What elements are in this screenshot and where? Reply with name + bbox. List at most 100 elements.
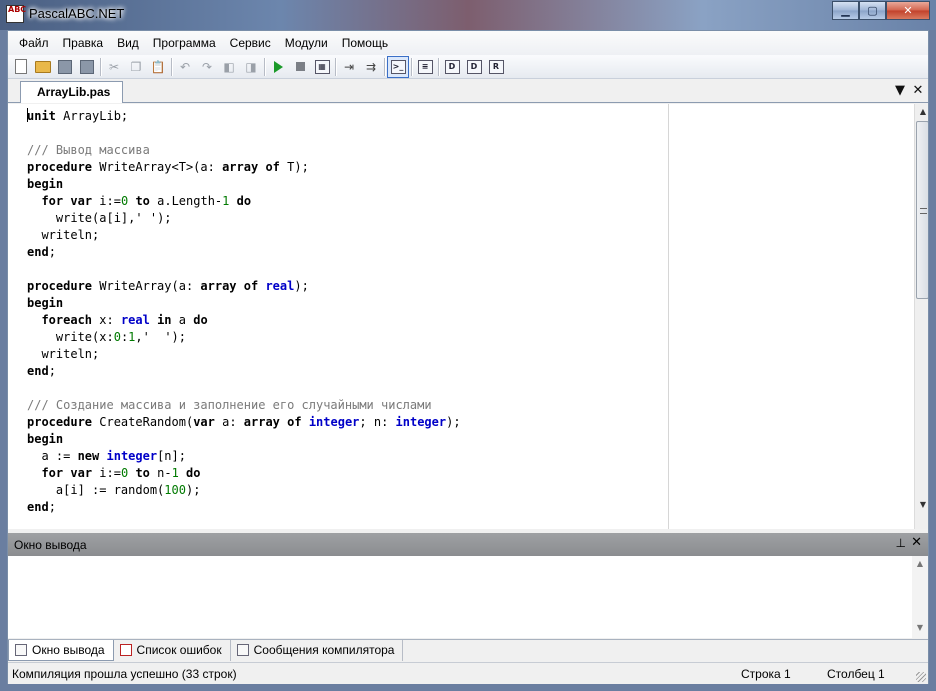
db-d-icon[interactable]: D (463, 56, 485, 78)
undo-icon[interactable]: ↶ (174, 56, 196, 78)
menu-program[interactable]: Программа (146, 33, 223, 53)
code-line[interactable]: procedure CreateRandom(var a: array of i… (27, 414, 461, 431)
code-line[interactable] (27, 125, 461, 142)
toolbar: ✂ ❐ 📋 ↶ ↷ ◧ ◨ ▦ ⇥ ⇉ >_ ≡ D D R (8, 55, 928, 79)
code-line[interactable]: end; (27, 363, 461, 380)
code-line[interactable] (27, 261, 461, 278)
code-line[interactable]: /// Создание массива и заполнение его сл… (27, 397, 461, 414)
editor-vertical-scrollbar[interactable]: ▲ ▼ (914, 104, 928, 529)
main-window: Файл Правка Вид Программа Сервис Модули … (7, 30, 929, 684)
toolbar-separator (335, 57, 336, 76)
document-tab-strip: ArrayLib.pas ▼ ✕ (8, 80, 928, 103)
menu-modules[interactable]: Модули (278, 33, 335, 53)
db-d-icon[interactable]: D (441, 56, 463, 78)
scroll-up-icon[interactable]: ▲ (915, 104, 928, 120)
status-column: Столбец 1 (827, 667, 885, 681)
code-line[interactable]: /// Вывод массива (27, 142, 461, 159)
output-vertical-scrollbar[interactable]: ▲ ▼ (912, 556, 928, 638)
status-row: Строка 1 (741, 667, 791, 681)
close-tab-icon[interactable]: ✕ (910, 83, 926, 98)
right-margin-guide (668, 104, 669, 529)
nav-back-icon[interactable]: ◧ (218, 56, 240, 78)
code-line[interactable] (27, 380, 461, 397)
window-controls: ▁ ▢ ✕ (832, 1, 930, 20)
close-output-icon[interactable]: ✕ (911, 535, 922, 550)
debug-step-over-icon[interactable]: ⇉ (360, 56, 382, 78)
cut-icon[interactable]: ✂ (103, 56, 125, 78)
nav-forward-icon[interactable]: ◨ (240, 56, 262, 78)
output-panel-header: Окно вывода ⊥ ✕ (8, 533, 928, 556)
menu-edit[interactable]: Правка (56, 33, 111, 53)
error-list-icon (119, 644, 132, 656)
maximize-button[interactable]: ▢ (859, 1, 886, 20)
toolbar-separator (384, 57, 385, 76)
minimize-button[interactable]: ▁ (832, 1, 859, 20)
debug-step-icon[interactable]: ⇥ (338, 56, 360, 78)
paste-icon[interactable]: 📋 (147, 56, 169, 78)
code-line[interactable]: for var i:=0 to n-1 do (27, 465, 461, 482)
code-line[interactable]: end; (27, 499, 461, 516)
code-line[interactable]: writeln; (27, 227, 461, 244)
code-line[interactable]: procedure WriteArray(a: array of real); (27, 278, 461, 295)
tab-error-list[interactable]: Список ошибок (114, 640, 231, 661)
stop-icon[interactable] (289, 56, 311, 78)
tab-list-dropdown-icon[interactable]: ▼ (892, 83, 908, 98)
bottom-tab-strip: Окно вывода Список ошибок Сообщения комп… (8, 639, 928, 661)
tab-label: Список ошибок (136, 643, 222, 657)
menu-view[interactable]: Вид (110, 33, 146, 53)
save-all-icon[interactable] (76, 56, 98, 78)
resize-grip-icon[interactable] (916, 672, 926, 682)
scroll-up-icon[interactable]: ▲ (912, 556, 928, 572)
code-line[interactable]: begin (27, 176, 461, 193)
tab-arraylib[interactable]: ArrayLib.pas (20, 81, 124, 103)
menu-file[interactable]: Файл (12, 33, 56, 53)
code-line[interactable]: write(x:0:1,' '); (27, 329, 461, 346)
scroll-down-icon[interactable]: ▼ (912, 620, 928, 636)
save-icon[interactable] (54, 56, 76, 78)
menu-service[interactable]: Сервис (223, 33, 278, 53)
tab-compiler-messages[interactable]: Сообщения компилятора (231, 640, 404, 661)
code-editor[interactable]: unit ArrayLib; /// Вывод массива procedur… (8, 104, 928, 529)
toolbar-separator (411, 57, 412, 76)
app-icon: ABC (6, 5, 26, 23)
window-title: PascalABC.NET (29, 6, 125, 21)
pin-icon[interactable]: ⊥ (896, 536, 906, 550)
code-line[interactable]: unit ArrayLib; (27, 108, 461, 125)
code-line[interactable]: procedure WriteArray<T>(a: array of T); (27, 159, 461, 176)
code-line[interactable]: begin (27, 295, 461, 312)
code-line[interactable]: writeln; (27, 346, 461, 363)
status-bar: Компиляция прошла успешно (33 строк) Стр… (8, 662, 928, 684)
code-line[interactable]: a[i] := random(100); (27, 482, 461, 499)
code-line[interactable]: begin (27, 431, 461, 448)
output-panel-title: Окно вывода (14, 538, 87, 552)
code-line[interactable]: write(a[i],' '); (27, 210, 461, 227)
redo-icon[interactable]: ↷ (196, 56, 218, 78)
scroll-thumb[interactable] (916, 121, 928, 299)
toolbar-separator (171, 57, 172, 76)
new-file-icon[interactable] (10, 56, 32, 78)
code-line[interactable]: end; (27, 244, 461, 261)
toolbar-separator (264, 57, 265, 76)
status-message: Компиляция прошла успешно (33 строк) (12, 667, 237, 681)
close-window-button[interactable]: ✕ (886, 1, 930, 20)
tab-output-window[interactable]: Окно вывода (8, 640, 114, 661)
code-line[interactable]: a := new integer[n]; (27, 448, 461, 465)
code-line[interactable]: for var i:=0 to a.Length-1 do (27, 193, 461, 210)
output-window-icon (15, 644, 27, 656)
menu-bar: Файл Правка Вид Программа Сервис Модули … (8, 31, 928, 55)
db-r-icon[interactable]: R (485, 56, 507, 78)
tab-label: Сообщения компилятора (253, 643, 395, 657)
menu-help[interactable]: Помощь (335, 33, 395, 53)
output-window-icon[interactable]: >_ (387, 55, 409, 78)
copy-icon[interactable]: ❐ (125, 56, 147, 78)
format-icon[interactable]: ≡ (414, 56, 436, 78)
scroll-down-icon[interactable]: ▼ (915, 497, 928, 513)
run-icon[interactable] (267, 56, 289, 78)
code-line[interactable]: foreach x: real in a do (27, 312, 461, 329)
code-text[interactable]: unit ArrayLib; /// Вывод массива procedur… (27, 108, 461, 516)
toolbar-separator (438, 57, 439, 76)
open-folder-icon[interactable] (32, 56, 54, 78)
compile-icon[interactable]: ▦ (311, 56, 333, 78)
output-text-area[interactable]: ▲ ▼ (8, 556, 928, 638)
compiler-messages-icon (236, 644, 249, 656)
